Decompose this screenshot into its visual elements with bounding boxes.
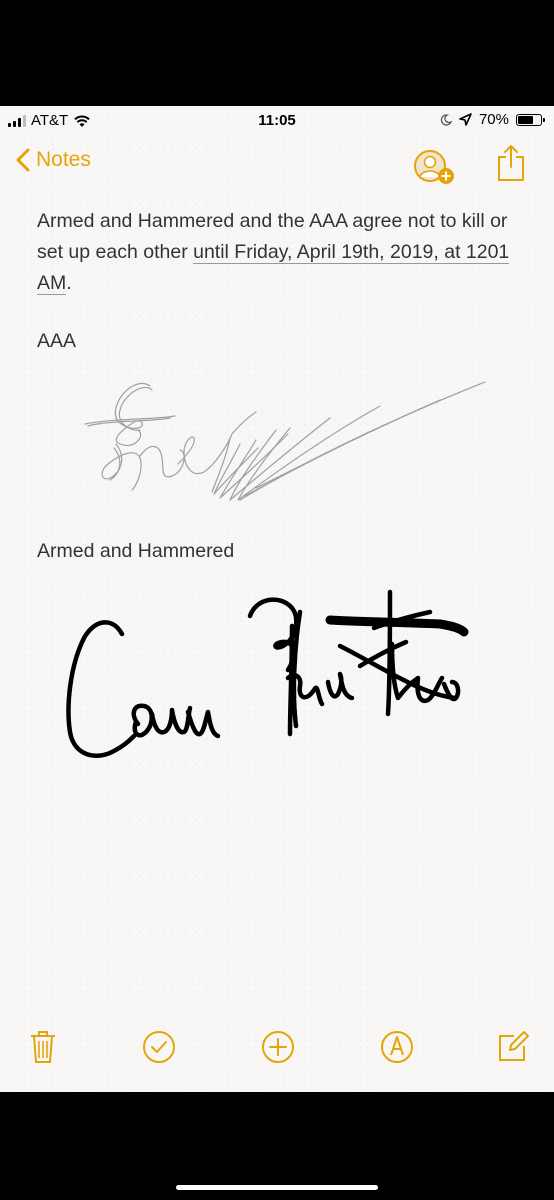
- checklist-button[interactable]: [142, 1030, 176, 1064]
- trash-icon: [31, 1031, 55, 1063]
- markup-pen-icon: [381, 1031, 413, 1063]
- notes-screen: AT&T 11:05 70% Notes Armed and Hammered …: [0, 106, 554, 1092]
- chevron-left-icon: [16, 148, 30, 172]
- battery-icon: [516, 113, 545, 126]
- pen-signature-drawing[interactable]: [60, 586, 470, 771]
- checklist-icon: [143, 1031, 175, 1063]
- share-icon: [498, 145, 524, 181]
- moon-icon: [440, 113, 452, 126]
- signature-label-armed-and-hammered: Armed and Hammered: [37, 540, 235, 562]
- battery-percent: 70%: [478, 111, 509, 128]
- battery-fill: [518, 115, 534, 124]
- pencil-signature-drawing[interactable]: [80, 368, 500, 518]
- note-text-end: .: [66, 272, 72, 294]
- note-text: Armed and Hammered and the AAA agree not…: [37, 210, 510, 295]
- status-bar: AT&T 11:05 70%: [0, 106, 554, 136]
- share-button[interactable]: [496, 144, 526, 187]
- nav-bar: Notes: [0, 136, 554, 191]
- compose-button[interactable]: [496, 1030, 530, 1064]
- location-arrow-icon: [459, 113, 472, 126]
- home-indicator[interactable]: [176, 1185, 378, 1190]
- add-people-icon: [414, 150, 454, 184]
- add-people-button[interactable]: [412, 148, 458, 193]
- delete-button[interactable]: [26, 1030, 60, 1064]
- add-button[interactable]: [261, 1030, 295, 1064]
- back-label: Notes: [36, 148, 91, 171]
- back-button[interactable]: Notes: [16, 148, 91, 172]
- signature-label-aaa: AAA: [37, 330, 77, 352]
- note-body[interactable]: Armed and Hammered and the AAA agree not…: [37, 206, 527, 299]
- bottom-toolbar: [0, 1022, 554, 1072]
- status-right: 70%: [440, 111, 545, 128]
- markup-button[interactable]: [380, 1030, 414, 1064]
- compose-icon: [499, 1031, 529, 1061]
- add-icon: [262, 1031, 294, 1063]
